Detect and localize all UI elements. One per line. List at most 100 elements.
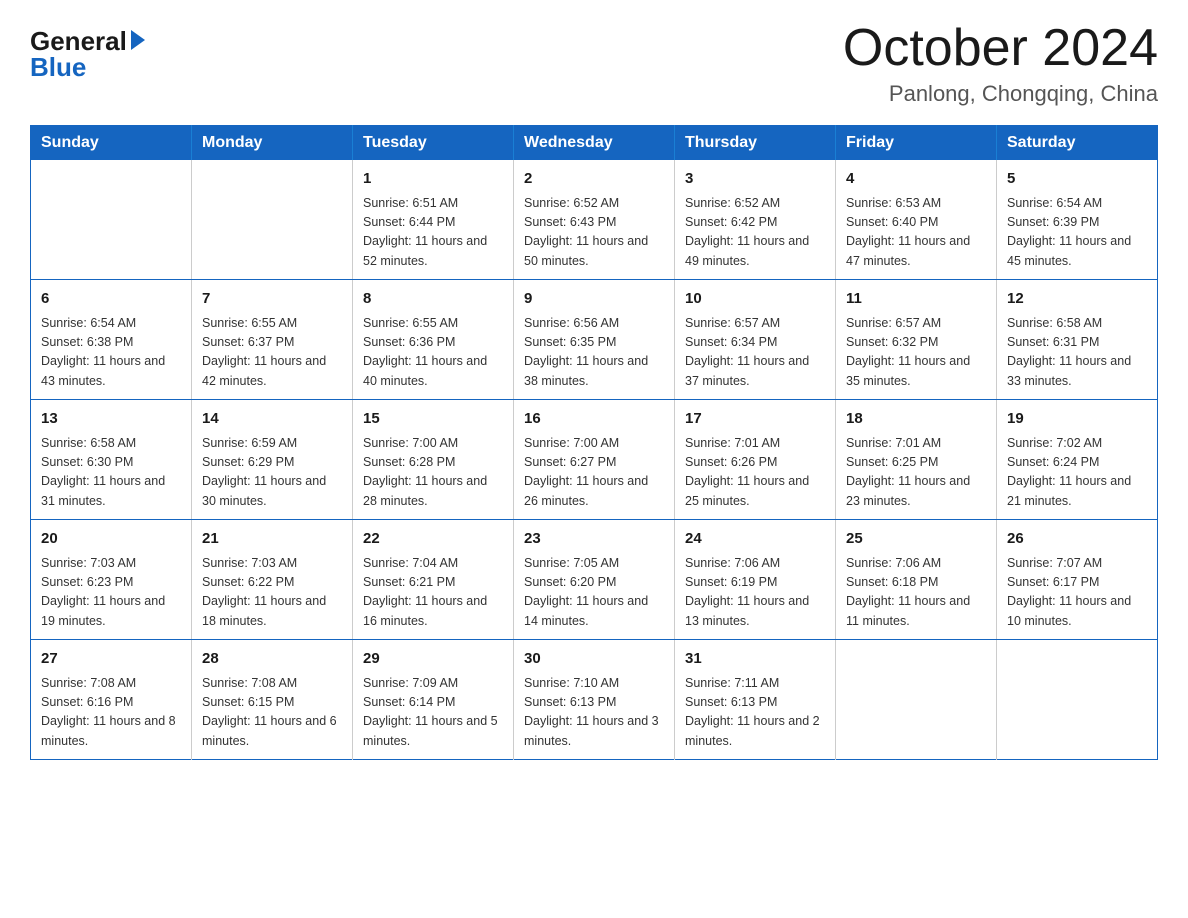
calendar-cell [192,160,353,280]
day-number: 8 [363,288,503,311]
col-header-saturday: Saturday [997,126,1158,161]
calendar-week-row: 1Sunrise: 6:51 AMSunset: 6:44 PMDaylight… [31,160,1158,280]
calendar-cell [997,640,1158,760]
calendar-cell: 2 Sunrise: 6:52 AMSunset: 6:43 PMDaylight… [514,160,675,280]
calendar-cell: 23 Sunrise: 7:05 AMSunset: 6:20 PMDayligh… [514,520,675,640]
calendar-cell: 10 Sunrise: 6:57 AMSunset: 6:34 PMDayligh… [675,280,836,400]
day-info: Sunrise: 7:00 AMSunset: 6:27 PMDaylight:… [524,434,664,512]
calendar-cell: 29 Sunrise: 7:09 AMSunset: 6:14 PMDayligh… [353,640,514,760]
col-header-tuesday: Tuesday [353,126,514,161]
calendar-cell: 12 Sunrise: 6:58 AMSunset: 6:31 PMDayligh… [997,280,1158,400]
calendar-week-row: 6Sunrise: 6:54 AMSunset: 6:38 PMDaylight… [31,280,1158,400]
title-area: October 2024 Panlong, Chongqing, China [843,20,1158,107]
calendar-cell: 31 Sunrise: 7:11 AMSunset: 6:13 PMDayligh… [675,640,836,760]
calendar-cell: 14 Sunrise: 6:59 AMSunset: 6:29 PMDayligh… [192,400,353,520]
day-info: Sunrise: 6:55 AMSunset: 6:36 PMDaylight:… [363,314,503,392]
calendar-cell: 27 Sunrise: 7:08 AMSunset: 6:16 PMDayligh… [31,640,192,760]
day-number: 15 [363,408,503,431]
calendar-cell: 20Sunrise: 7:03 AMSunset: 6:23 PMDayligh… [31,520,192,640]
location-subtitle: Panlong, Chongqing, China [843,81,1158,107]
day-info: Sunrise: 6:56 AMSunset: 6:35 PMDaylight:… [524,314,664,392]
day-number: 17 [685,408,825,431]
day-info: Sunrise: 7:08 AMSunset: 6:16 PMDaylight:… [41,674,181,752]
calendar-cell: 13Sunrise: 6:58 AMSunset: 6:30 PMDayligh… [31,400,192,520]
day-number: 22 [363,528,503,551]
day-number: 7 [202,288,342,311]
calendar-cell: 28 Sunrise: 7:08 AMSunset: 6:15 PMDayligh… [192,640,353,760]
day-number: 9 [524,288,664,311]
calendar-cell: 11Sunrise: 6:57 AMSunset: 6:32 PMDayligh… [836,280,997,400]
day-info: Sunrise: 6:52 AMSunset: 6:43 PMDaylight:… [524,194,664,272]
calendar-week-row: 27 Sunrise: 7:08 AMSunset: 6:16 PMDayligh… [31,640,1158,760]
day-number: 28 [202,648,342,671]
calendar-cell: 5 Sunrise: 6:54 AMSunset: 6:39 PMDaylight… [997,160,1158,280]
day-number: 29 [363,648,503,671]
col-header-sunday: Sunday [31,126,192,161]
day-number: 24 [685,528,825,551]
day-info: Sunrise: 7:00 AMSunset: 6:28 PMDaylight:… [363,434,503,512]
day-info: Sunrise: 7:03 AMSunset: 6:22 PMDaylight:… [202,554,342,632]
day-info: Sunrise: 7:06 AMSunset: 6:18 PMDaylight:… [846,554,986,632]
day-info: Sunrise: 7:11 AMSunset: 6:13 PMDaylight:… [685,674,825,752]
day-number: 20 [41,528,181,551]
calendar-cell: 26 Sunrise: 7:07 AMSunset: 6:17 PMDayligh… [997,520,1158,640]
day-number: 3 [685,168,825,191]
day-info: Sunrise: 7:04 AMSunset: 6:21 PMDaylight:… [363,554,503,632]
day-info: Sunrise: 6:52 AMSunset: 6:42 PMDaylight:… [685,194,825,272]
day-info: Sunrise: 7:05 AMSunset: 6:20 PMDaylight:… [524,554,664,632]
day-info: Sunrise: 7:01 AMSunset: 6:26 PMDaylight:… [685,434,825,512]
day-info: Sunrise: 7:09 AMSunset: 6:14 PMDaylight:… [363,674,503,752]
day-info: Sunrise: 7:06 AMSunset: 6:19 PMDaylight:… [685,554,825,632]
calendar-cell: 16 Sunrise: 7:00 AMSunset: 6:27 PMDayligh… [514,400,675,520]
calendar-cell: 19Sunrise: 7:02 AMSunset: 6:24 PMDayligh… [997,400,1158,520]
day-number: 1 [363,168,503,191]
month-year-title: October 2024 [843,20,1158,77]
day-number: 4 [846,168,986,191]
day-number: 27 [41,648,181,671]
day-info: Sunrise: 6:58 AMSunset: 6:30 PMDaylight:… [41,434,181,512]
day-info: Sunrise: 6:54 AMSunset: 6:38 PMDaylight:… [41,314,181,392]
calendar-cell: 30Sunrise: 7:10 AMSunset: 6:13 PMDayligh… [514,640,675,760]
day-number: 5 [1007,168,1147,191]
day-number: 10 [685,288,825,311]
logo-arrow-icon [131,30,145,50]
day-number: 31 [685,648,825,671]
calendar-cell: 9 Sunrise: 6:56 AMSunset: 6:35 PMDaylight… [514,280,675,400]
col-header-friday: Friday [836,126,997,161]
calendar-cell [836,640,997,760]
calendar-week-row: 13Sunrise: 6:58 AMSunset: 6:30 PMDayligh… [31,400,1158,520]
calendar-header-row: SundayMondayTuesdayWednesdayThursdayFrid… [31,126,1158,161]
day-number: 18 [846,408,986,431]
day-number: 26 [1007,528,1147,551]
calendar-cell: 7Sunrise: 6:55 AMSunset: 6:37 PMDaylight… [192,280,353,400]
day-number: 23 [524,528,664,551]
day-info: Sunrise: 6:57 AMSunset: 6:34 PMDaylight:… [685,314,825,392]
calendar-cell: 15 Sunrise: 7:00 AMSunset: 6:28 PMDayligh… [353,400,514,520]
calendar-cell: 25Sunrise: 7:06 AMSunset: 6:18 PMDayligh… [836,520,997,640]
day-number: 2 [524,168,664,191]
calendar-table: SundayMondayTuesdayWednesdayThursdayFrid… [30,125,1158,760]
day-info: Sunrise: 7:07 AMSunset: 6:17 PMDaylight:… [1007,554,1147,632]
calendar-week-row: 20Sunrise: 7:03 AMSunset: 6:23 PMDayligh… [31,520,1158,640]
day-number: 19 [1007,408,1147,431]
day-info: Sunrise: 7:08 AMSunset: 6:15 PMDaylight:… [202,674,342,752]
calendar-cell: 18 Sunrise: 7:01 AMSunset: 6:25 PMDayligh… [836,400,997,520]
day-number: 21 [202,528,342,551]
day-number: 14 [202,408,342,431]
calendar-cell: 21 Sunrise: 7:03 AMSunset: 6:22 PMDayligh… [192,520,353,640]
day-number: 16 [524,408,664,431]
calendar-cell: 6Sunrise: 6:54 AMSunset: 6:38 PMDaylight… [31,280,192,400]
calendar-cell: 17 Sunrise: 7:01 AMSunset: 6:26 PMDayligh… [675,400,836,520]
logo-general-text: General [30,28,127,54]
day-info: Sunrise: 7:10 AMSunset: 6:13 PMDaylight:… [524,674,664,752]
calendar-cell: 4Sunrise: 6:53 AMSunset: 6:40 PMDaylight… [836,160,997,280]
calendar-cell: 22 Sunrise: 7:04 AMSunset: 6:21 PMDayligh… [353,520,514,640]
logo-blue-text: Blue [30,54,86,80]
day-info: Sunrise: 7:01 AMSunset: 6:25 PMDaylight:… [846,434,986,512]
day-info: Sunrise: 6:59 AMSunset: 6:29 PMDaylight:… [202,434,342,512]
col-header-monday: Monday [192,126,353,161]
day-info: Sunrise: 6:58 AMSunset: 6:31 PMDaylight:… [1007,314,1147,392]
day-info: Sunrise: 6:54 AMSunset: 6:39 PMDaylight:… [1007,194,1147,272]
day-number: 12 [1007,288,1147,311]
col-header-thursday: Thursday [675,126,836,161]
